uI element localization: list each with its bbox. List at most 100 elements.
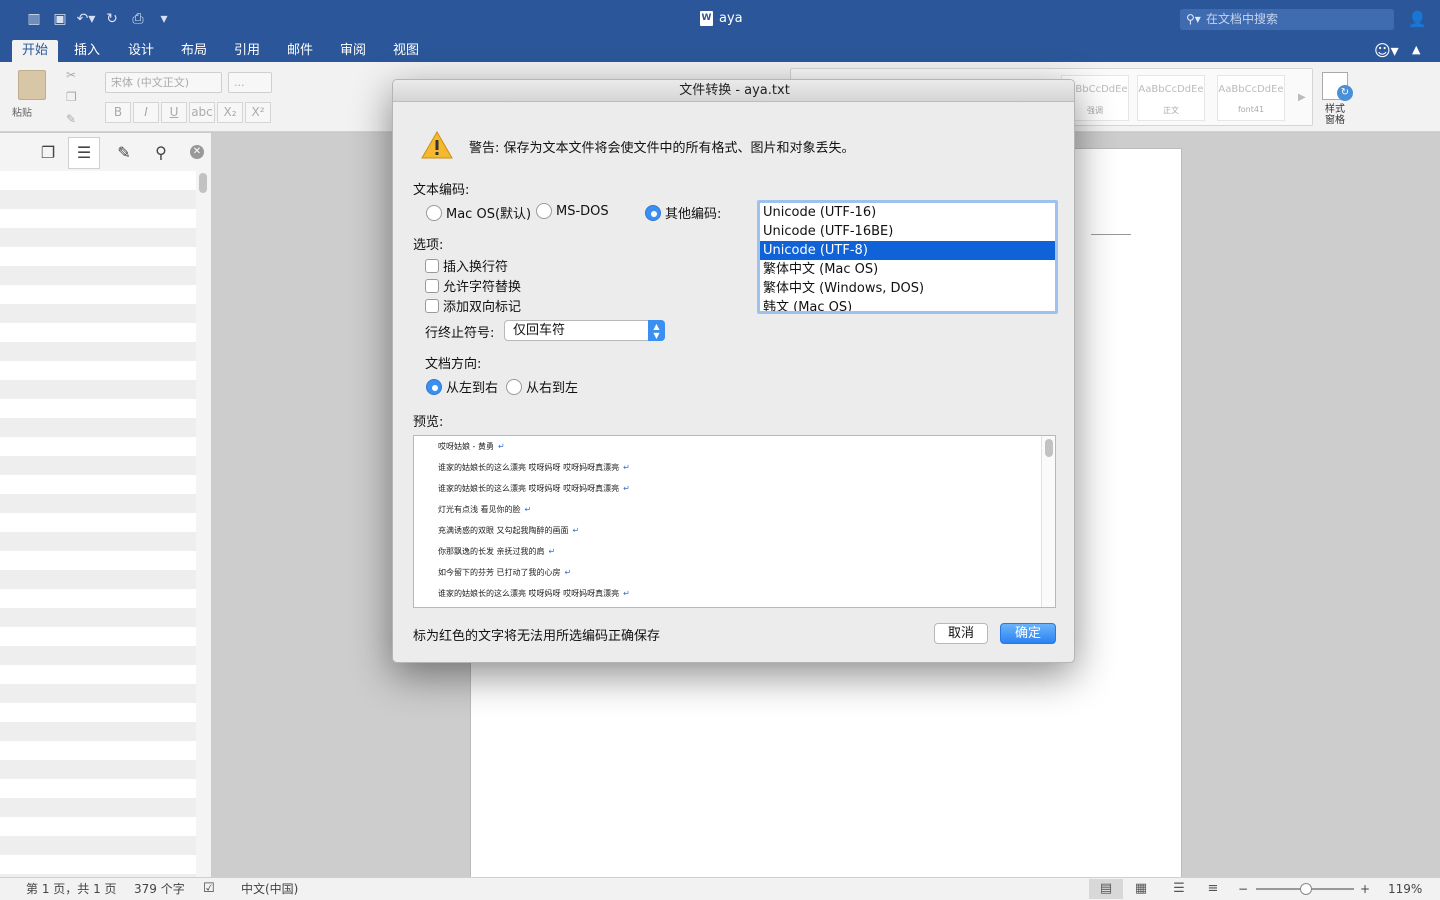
edit-outline-icon[interactable]: ✎ bbox=[112, 143, 136, 163]
style-preview-font41[interactable]: AaBbCcDdEe font41 bbox=[1217, 75, 1285, 121]
checkbox-allow-substitution[interactable]: 允许字符替换 bbox=[425, 276, 521, 295]
font-size-select[interactable]: ... bbox=[228, 72, 272, 93]
preview-label: 预览: bbox=[413, 415, 444, 430]
radio-mac-os[interactable]: Mac OS(默认) bbox=[426, 203, 531, 222]
radio-right-to-left[interactable]: 从右到左 bbox=[506, 377, 578, 396]
preview-scroll-thumb[interactable] bbox=[1045, 439, 1053, 457]
style-name: font41 bbox=[1237, 105, 1265, 114]
save-icon[interactable]: ▣ bbox=[50, 10, 70, 28]
zoom-level[interactable]: 119% bbox=[1388, 878, 1422, 900]
tab-review[interactable]: 审阅 bbox=[330, 40, 376, 62]
preview-line: 灯光有点浅 看见你的脸 ↵ bbox=[438, 504, 531, 515]
checkbox-box[interactable] bbox=[425, 278, 439, 293]
file-conversion-dialog: 文件转换 - aya.txt 警告: 保存为文本文件将会使文件中的所有格式、图片… bbox=[392, 79, 1075, 663]
encoding-item[interactable]: Unicode (UTF-16) bbox=[760, 203, 1055, 222]
tab-home[interactable]: 开始 bbox=[12, 40, 58, 62]
encoding-item[interactable]: 繁体中文 (Windows, DOS) bbox=[760, 279, 1055, 298]
share-user-icon[interactable]: 👤 bbox=[1408, 10, 1427, 28]
outline-icon[interactable]: ☰ bbox=[68, 137, 100, 169]
line-end-value: 仅回车符 bbox=[513, 323, 566, 338]
page-info[interactable]: 第 1 页，共 1 页 bbox=[26, 878, 117, 900]
bold-button[interactable]: B bbox=[105, 102, 131, 123]
radio-circle[interactable] bbox=[426, 378, 442, 395]
tab-references[interactable]: 引用 bbox=[224, 40, 270, 62]
outline-view-icon[interactable]: ☰ bbox=[1162, 879, 1196, 899]
print-icon[interactable]: ⎙ bbox=[128, 10, 148, 28]
tab-design[interactable]: 设计 bbox=[118, 40, 164, 62]
zoom-out-icon[interactable]: − bbox=[1238, 878, 1248, 900]
preview-line-text: 哎呀姑娘 - 黄勇 bbox=[438, 442, 494, 451]
cut-icon[interactable]: ✂ bbox=[66, 68, 76, 82]
preview-line-text: 谁家的姑娘长的这么漂亮 哎呀妈呀 哎呀妈呀真漂亮 bbox=[438, 463, 620, 472]
zoom-in-icon[interactable]: + bbox=[1360, 878, 1370, 900]
tab-layout[interactable]: 布局 bbox=[171, 40, 217, 62]
style-sample: AaBbCcDdEe bbox=[1138, 84, 1204, 95]
feedback-smiley-icon[interactable]: ☺▾ bbox=[1374, 41, 1399, 60]
paragraph-mark-icon: ↵ bbox=[572, 526, 580, 535]
sidebar-toggle-icon[interactable]: ▥ bbox=[24, 10, 44, 28]
encoding-item[interactable]: 繁体中文 (Mac OS) bbox=[760, 260, 1055, 279]
search-icon[interactable]: ⚲ bbox=[149, 143, 173, 163]
radio-circle[interactable] bbox=[426, 204, 442, 221]
nav-scrollbar[interactable] bbox=[199, 173, 207, 193]
checkbox-insert-line-breaks[interactable]: 插入换行符 bbox=[425, 256, 508, 275]
word-count[interactable]: 379 个字 bbox=[134, 878, 185, 900]
radio-circle[interactable] bbox=[536, 203, 552, 219]
strikethrough-button[interactable]: abc bbox=[189, 102, 215, 123]
proofing-icon[interactable]: ☑ bbox=[203, 878, 215, 900]
font-name-select[interactable]: 宋体 (中文正文) bbox=[105, 72, 222, 93]
gallery-next-icon[interactable]: ▶ bbox=[1298, 92, 1306, 103]
thumbnails-icon[interactable]: ❐ bbox=[36, 143, 60, 163]
italic-button[interactable]: I bbox=[133, 102, 159, 123]
superscript-button[interactable]: X² bbox=[245, 102, 271, 123]
close-icon[interactable]: ✕ bbox=[190, 145, 204, 159]
encoding-list[interactable]: Unicode (UTF-16) Unicode (UTF-16BE) Unic… bbox=[757, 200, 1058, 314]
preview-line: 充满诱惑的双眼 又勾起我陶醉的画面 ↵ bbox=[438, 525, 579, 536]
radio-circle[interactable] bbox=[645, 204, 661, 221]
line-end-select[interactable]: 仅回车符 ▲ ▼ bbox=[504, 320, 665, 341]
tab-mailings[interactable]: 邮件 bbox=[277, 40, 323, 62]
collapse-ribbon-icon[interactable]: ▲ bbox=[1412, 43, 1420, 56]
cancel-button[interactable]: 取消 bbox=[934, 623, 988, 644]
language[interactable]: 中文(中国) bbox=[241, 878, 298, 900]
format-painter-icon[interactable]: ✎ bbox=[66, 112, 76, 126]
draft-view-icon[interactable]: ≡ bbox=[1196, 879, 1230, 899]
radio-other-encoding[interactable]: 其他编码: bbox=[645, 203, 721, 222]
paragraph-mark-icon: ↵ bbox=[623, 484, 630, 493]
styles-pane-button[interactable]: ↻ 样式 窗格 bbox=[1320, 72, 1353, 126]
checkbox-box[interactable] bbox=[425, 298, 439, 313]
preview-line: 谁家的姑娘长的这么漂亮 哎呀妈呀 哎呀妈呀真漂亮 ↵ bbox=[438, 483, 630, 494]
encoding-item[interactable]: 韩文 (Mac OS) bbox=[760, 298, 1055, 311]
redo-icon[interactable]: ↻ bbox=[102, 10, 122, 28]
encoding-item[interactable]: Unicode (UTF-16BE) bbox=[760, 222, 1055, 241]
preview-scrollbar[interactable] bbox=[1041, 436, 1055, 607]
encoding-item-selected[interactable]: Unicode (UTF-8) bbox=[760, 241, 1055, 260]
radio-circle[interactable] bbox=[506, 378, 522, 395]
radio-ms-dos[interactable]: MS-DOS bbox=[536, 203, 609, 219]
tab-view[interactable]: 视图 bbox=[383, 40, 429, 62]
checkbox-box[interactable] bbox=[425, 258, 439, 273]
copy-icon[interactable]: ❐ bbox=[66, 90, 77, 104]
tab-insert[interactable]: 插入 bbox=[64, 40, 110, 62]
undo-icon[interactable]: ↶▾ bbox=[76, 10, 96, 28]
paste-button[interactable]: 粘贴 bbox=[12, 70, 52, 119]
radio-left-to-right[interactable]: 从左到右 bbox=[426, 377, 498, 396]
styles-pane-icon: ↻ bbox=[1322, 72, 1353, 101]
paragraph-mark-icon: ↵ bbox=[524, 505, 532, 514]
preview-box[interactable]: 哎呀姑娘 - 黄勇 ↵ 谁家的姑娘长的这么漂亮 哎呀妈呀 哎呀妈呀真漂亮 ↵ 谁家的… bbox=[413, 435, 1056, 608]
paragraph-mark-icon: ↵ bbox=[548, 547, 556, 556]
document-title: W aya bbox=[700, 11, 743, 26]
ok-button[interactable]: 确定 bbox=[1000, 623, 1056, 644]
customize-toolbar-icon[interactable]: ▾ bbox=[154, 10, 174, 28]
zoom-slider-thumb[interactable] bbox=[1300, 883, 1312, 895]
direction-label: 文档方向: bbox=[425, 357, 482, 372]
print-layout-view-icon[interactable]: ▤ bbox=[1089, 879, 1123, 899]
checkbox-bidi-marks[interactable]: 添加双向标记 bbox=[425, 296, 521, 315]
select-stepper-icon: ▲ ▼ bbox=[648, 320, 665, 341]
subscript-button[interactable]: X₂ bbox=[217, 102, 243, 123]
paragraph-mark-icon: ↵ bbox=[564, 568, 572, 577]
style-preview-normal[interactable]: AaBbCcDdEe 正文 bbox=[1137, 75, 1205, 121]
underline-button[interactable]: U bbox=[161, 102, 187, 123]
search-input[interactable]: ⚲▾ 在文档中搜索 bbox=[1180, 9, 1394, 30]
web-layout-view-icon[interactable]: ▦ bbox=[1124, 879, 1158, 899]
